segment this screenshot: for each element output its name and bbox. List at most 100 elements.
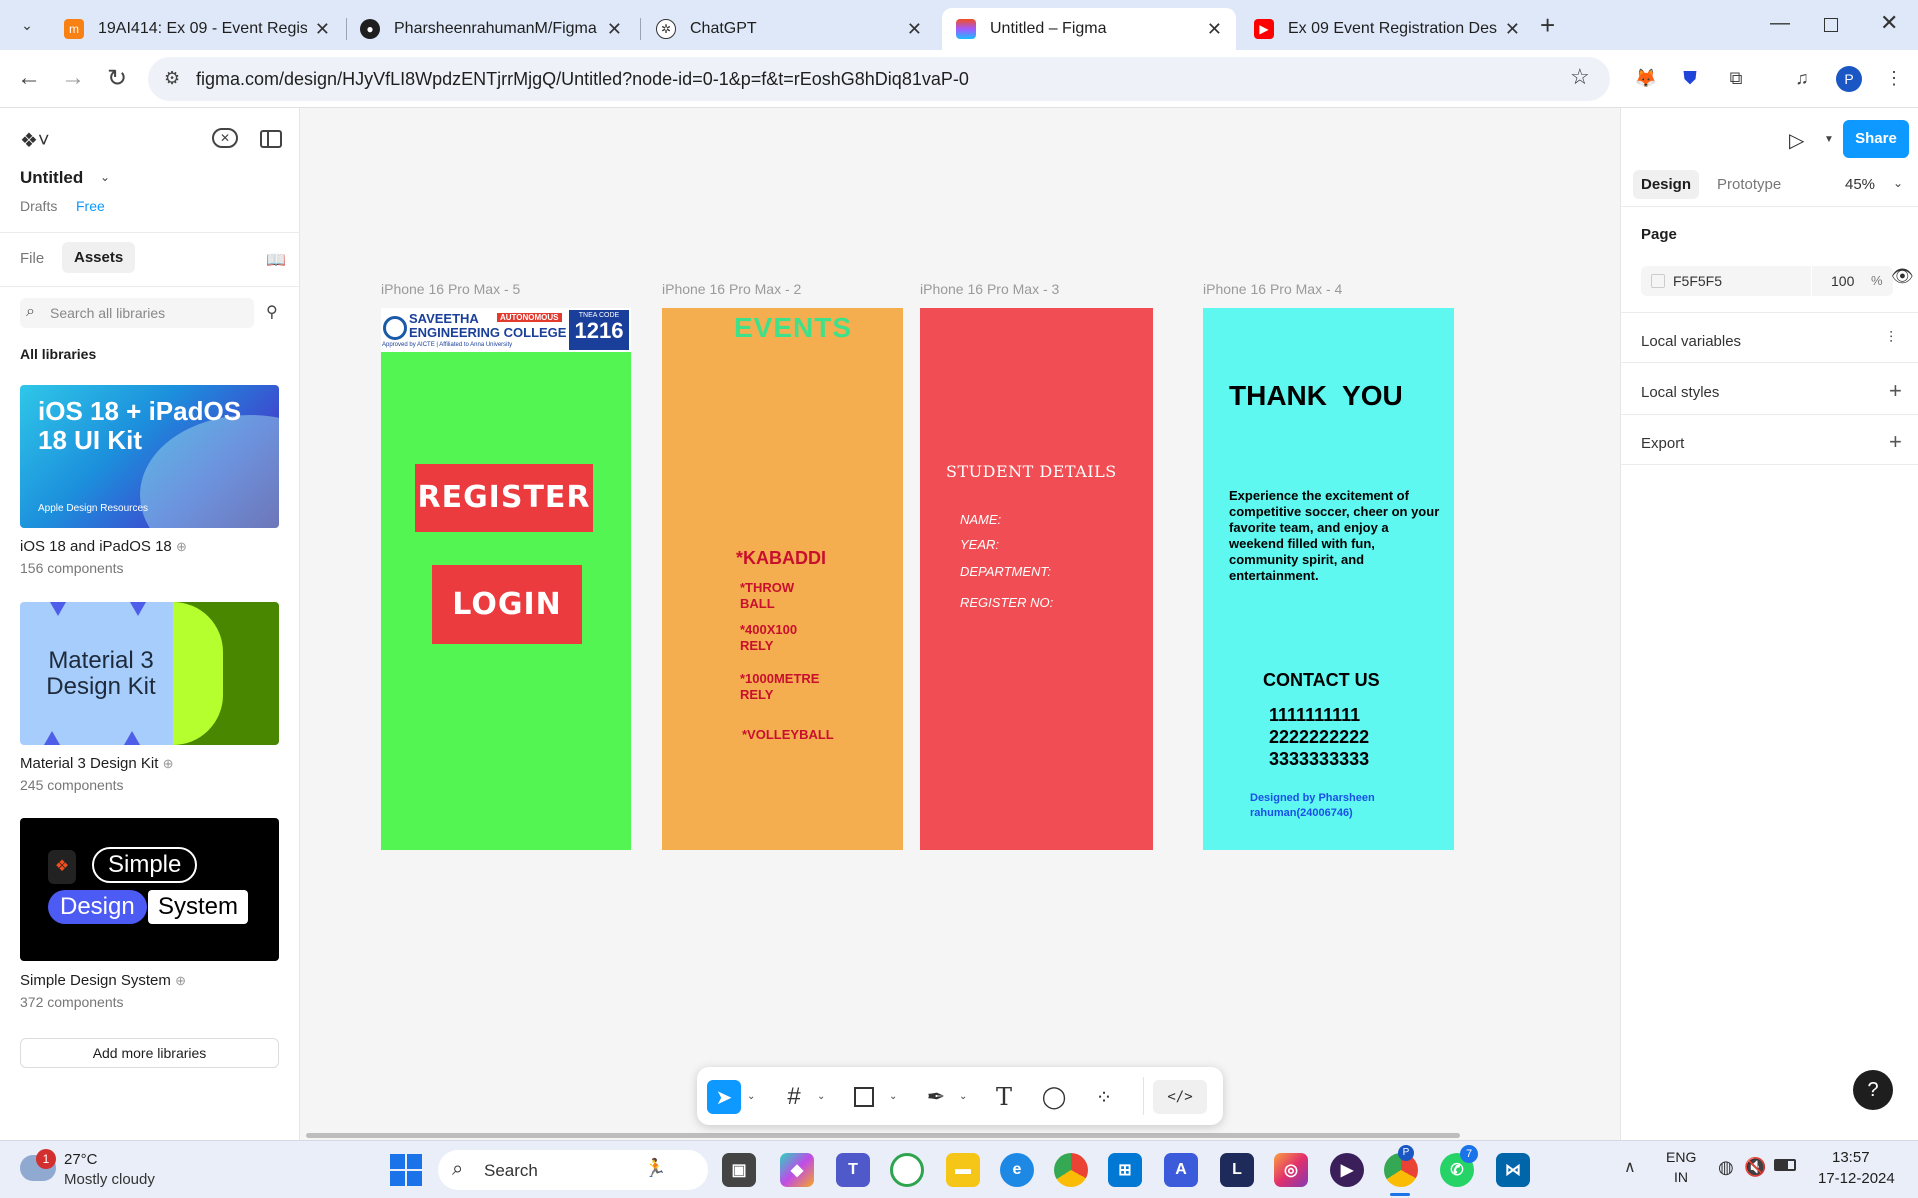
close-icon[interactable]: ✕ — [907, 19, 922, 40]
frame-thank-you[interactable]: THANK YOU Experience the excitement of c… — [1203, 308, 1454, 850]
app-a-icon[interactable]: A — [1164, 1153, 1198, 1187]
frame-register[interactable]: SAVEETHA AUTONOMOUS ENGINEERING COLLEGE … — [381, 308, 631, 850]
variables-sliders-icon[interactable]: ⫶ — [1889, 330, 1893, 348]
actions-tool-icon[interactable]: ⁘ — [1087, 1080, 1121, 1114]
text-tool-icon[interactable]: T — [987, 1080, 1021, 1114]
local-styles-label[interactable]: Local styles — [1641, 384, 1719, 401]
help-icon[interactable]: ? — [1853, 1070, 1893, 1110]
language-label[interactable]: ENG — [1666, 1149, 1696, 1165]
comment-tool-icon[interactable]: ◯ — [1037, 1080, 1071, 1114]
tab-chatgpt[interactable]: ✲ ChatGPT ✕ — [642, 8, 936, 50]
chevron-down-icon[interactable]: ⌄ — [889, 1091, 897, 1102]
local-variables-label[interactable]: Local variables — [1641, 333, 1741, 350]
pen-tool-icon[interactable]: ✒ — [919, 1080, 953, 1114]
volume-mute-icon[interactable]: 🔇 — [1744, 1157, 1766, 1178]
clock-date[interactable]: 17-12-2024 — [1818, 1170, 1895, 1187]
tab-github[interactable]: ● PharsheenrahumanM/Figma ✕ — [346, 8, 636, 50]
show-hidden-icons-icon[interactable]: ∧ — [1624, 1157, 1636, 1177]
frame-label[interactable]: iPhone 16 Pro Max - 5 — [381, 281, 520, 297]
chevron-down-icon[interactable]: ⌄ — [100, 170, 110, 184]
frame-label[interactable]: iPhone 16 Pro Max - 4 — [1203, 281, 1342, 297]
tab-prototype[interactable]: Prototype — [1717, 176, 1781, 193]
new-tab-icon[interactable]: + — [1540, 10, 1555, 41]
tab-figma[interactable]: Untitled – Figma ✕ — [942, 8, 1236, 50]
add-more-libraries-button[interactable]: Add more libraries — [20, 1038, 279, 1068]
library-card-material[interactable]: Material 3 Design Kit — [20, 602, 279, 745]
minimize-icon[interactable]: — — [1770, 12, 1790, 35]
network-icon[interactable]: ◍ — [1718, 1157, 1734, 1178]
color-swatch[interactable] — [1651, 274, 1665, 288]
tab-design[interactable]: Design — [1633, 170, 1700, 199]
add-export-icon[interactable]: + — [1889, 429, 1902, 455]
store-icon[interactable]: ⊞ — [1108, 1153, 1142, 1187]
library-name[interactable]: iOS 18 and iPadOS 18 ⊕ — [20, 538, 187, 555]
bookmark-star-icon[interactable]: ☆ — [1570, 64, 1590, 90]
restore-icon[interactable] — [1824, 18, 1838, 32]
page-color-value[interactable]: F5F5F5 — [1673, 273, 1722, 289]
instagram-icon[interactable]: ◎ — [1274, 1153, 1308, 1187]
login-button[interactable]: LOGIN — [432, 565, 582, 644]
forward-icon[interactable]: → — [58, 64, 88, 92]
plan-badge[interactable]: Free — [76, 198, 105, 214]
taskbar-search[interactable]: ⌕ Search 🏃 — [438, 1150, 708, 1190]
library-book-icon[interactable]: 📖 — [266, 250, 286, 270]
chevron-down-icon[interactable]: ⌄ — [959, 1091, 967, 1102]
page-color-field[interactable]: F5F5F5 100 % — [1641, 266, 1893, 296]
media-player-icon[interactable]: ▶ — [1330, 1153, 1364, 1187]
teams-icon[interactable]: T — [836, 1153, 870, 1187]
task-view-icon[interactable]: ▣ — [722, 1153, 756, 1187]
close-icon[interactable]: ✕ — [315, 19, 330, 40]
chevron-down-icon[interactable]: ⌄ — [1893, 176, 1903, 190]
profile-avatar[interactable]: P — [1836, 66, 1862, 92]
file-explorer-icon[interactable]: ▬ — [946, 1153, 980, 1187]
file-name[interactable]: Untitled — [20, 168, 83, 188]
library-card-simple[interactable]: ❖ Simple Design System — [20, 818, 279, 961]
zoom-level[interactable]: 45% — [1845, 176, 1875, 193]
tab-search-chevron-icon[interactable]: ⌄ — [12, 12, 42, 38]
chevron-down-icon[interactable]: ▼ — [1824, 134, 1834, 145]
page-opacity-value[interactable]: 100 — [1831, 273, 1854, 289]
canvas-scrollbar[interactable] — [306, 1133, 1460, 1138]
copilot-icon[interactable]: ◆ — [780, 1153, 814, 1187]
chevron-down-icon[interactable]: ⌄ — [817, 1091, 825, 1102]
frame-student-details[interactable]: STUDENT DETAILS NAME: YEAR: DEPARTMENT: … — [920, 308, 1153, 850]
chrome-icon[interactable] — [1054, 1153, 1088, 1187]
region-label[interactable]: IN — [1674, 1169, 1688, 1185]
chevron-down-icon[interactable]: ⌄ — [747, 1091, 755, 1102]
weather-temp[interactable]: 27°C — [64, 1151, 98, 1168]
export-label[interactable]: Export — [1641, 435, 1684, 452]
site-settings-icon[interactable]: ⚙ — [164, 68, 180, 89]
register-button[interactable]: REGISTER — [415, 464, 593, 532]
close-icon[interactable]: ✕ — [1505, 19, 1520, 40]
tab-youtube[interactable]: ▶ Ex 09 Event Registration Design ✕ — [1240, 8, 1534, 50]
search-input[interactable]: ⌕ Search all libraries — [20, 298, 254, 328]
metamask-icon[interactable]: 🦊 — [1634, 66, 1658, 90]
rectangle-tool-icon[interactable] — [847, 1080, 881, 1114]
frame-label[interactable]: iPhone 16 Pro Max - 3 — [920, 281, 1059, 297]
cloud-offline-icon[interactable]: ✕ — [212, 128, 238, 148]
extensions-icon[interactable]: ⧉ — [1724, 66, 1748, 90]
browser-menu-icon[interactable]: ⋮ — [1882, 66, 1906, 90]
close-icon[interactable]: ✕ — [1207, 19, 1222, 40]
tab-file[interactable]: File — [20, 250, 44, 267]
shield-extension-icon[interactable]: ⛊ — [1678, 66, 1702, 90]
reload-icon[interactable]: ↻ — [102, 64, 132, 93]
move-tool-icon[interactable]: ➤ — [707, 1080, 741, 1114]
frame-tool-icon[interactable]: # — [777, 1080, 811, 1114]
vscode-icon[interactable]: ⋈ — [1496, 1153, 1530, 1187]
share-button[interactable]: Share — [1843, 120, 1909, 158]
toggle-sidebar-icon[interactable] — [260, 130, 282, 148]
media-controls-icon[interactable]: ♫ — [1790, 66, 1814, 90]
weather-desc[interactable]: Mostly cloudy — [64, 1171, 155, 1188]
refresh-app-icon[interactable] — [890, 1153, 924, 1187]
library-card-ios[interactable]: iOS 18 + iPadOS 18 UI Kit Apple Design R… — [20, 385, 279, 528]
drafts-label[interactable]: Drafts — [20, 198, 57, 214]
edge-icon[interactable]: e — [1000, 1153, 1034, 1187]
windows-start-icon[interactable] — [390, 1154, 422, 1186]
tab-assets[interactable]: Assets — [62, 242, 136, 273]
present-play-icon[interactable]: ▷ — [1789, 128, 1804, 153]
filter-icon[interactable]: ⚲ — [266, 302, 278, 322]
tab-moodle[interactable]: m 19AI414: Ex 09 - Event Registrat ✕ — [50, 8, 344, 50]
frame-events[interactable]: EVENTS *KABADDI *THROW BALL *400X100 REL… — [662, 308, 903, 850]
battery-icon[interactable] — [1774, 1159, 1796, 1171]
